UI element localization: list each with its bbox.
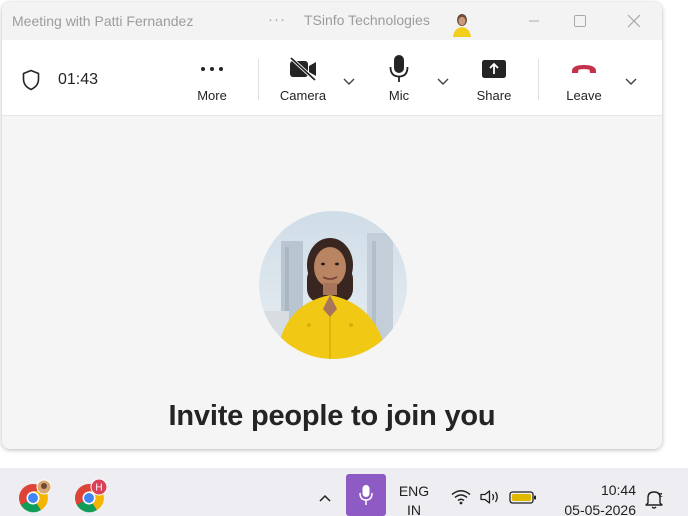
more-label: More bbox=[197, 88, 227, 103]
share-screen-icon bbox=[481, 52, 507, 86]
camera-off-icon bbox=[288, 52, 318, 86]
notifications-bell-icon[interactable]: z bbox=[643, 488, 665, 515]
account-avatar[interactable] bbox=[451, 11, 473, 37]
participant-avatar bbox=[259, 211, 407, 359]
meeting-timer: 01:43 bbox=[58, 71, 99, 88]
toolbar-divider bbox=[258, 59, 259, 100]
battery-icon[interactable] bbox=[509, 489, 537, 510]
profile-badge-letter: H bbox=[95, 483, 102, 494]
maximize-button[interactable] bbox=[557, 2, 603, 40]
window-title: Meeting with Patti Fernandez bbox=[12, 13, 194, 29]
chrome-taskbar-button[interactable] bbox=[17, 479, 52, 513]
chrome-icon bbox=[19, 479, 52, 513]
camera-button[interactable]: Camera bbox=[278, 52, 328, 110]
desktop-background bbox=[0, 448, 688, 468]
meeting-stage: Invite people to join you bbox=[2, 117, 662, 449]
microphone-icon bbox=[359, 485, 373, 505]
maximize-icon bbox=[574, 15, 586, 27]
system-clock[interactable]: 10:44 05-05-2026 bbox=[552, 480, 636, 516]
title-bar[interactable]: Meeting with Patti Fernandez ··· TSinfo … bbox=[2, 2, 662, 40]
show-hidden-icons-chevron-icon[interactable] bbox=[318, 490, 332, 508]
mic-label: Mic bbox=[388, 88, 410, 103]
microphone-in-use-tray-button[interactable] bbox=[346, 474, 386, 516]
meeting-window: Meeting with Patti Fernandez ··· TSinfo … bbox=[2, 2, 662, 449]
leave-options-chevron-icon[interactable] bbox=[624, 74, 638, 92]
close-icon bbox=[627, 14, 641, 28]
share-button[interactable]: Share bbox=[474, 52, 514, 110]
more-button[interactable]: More bbox=[192, 52, 232, 110]
taskbar: H ENG IN 10:44 05-05-2026 z bbox=[0, 468, 688, 516]
microphone-icon bbox=[388, 52, 410, 86]
organization-name[interactable]: TSinfo Technologies bbox=[304, 12, 430, 28]
camera-options-chevron-icon[interactable] bbox=[342, 74, 356, 92]
share-label: Share bbox=[476, 88, 512, 103]
clock-time: 10:44 bbox=[600, 482, 636, 498]
shield-icon[interactable] bbox=[21, 69, 41, 96]
title-more-options[interactable]: ··· bbox=[268, 11, 286, 28]
region-code: IN bbox=[407, 502, 421, 516]
wifi-icon[interactable] bbox=[451, 489, 471, 510]
mic-options-chevron-icon[interactable] bbox=[436, 74, 450, 92]
input-language-indicator[interactable]: ENG IN bbox=[396, 482, 432, 516]
svg-text:z: z bbox=[659, 492, 663, 499]
language-code: ENG bbox=[398, 483, 430, 499]
hang-up-icon bbox=[570, 52, 598, 86]
meeting-toolbar: 01:43 More Camera Mic Share Leave bbox=[2, 40, 662, 116]
mic-button[interactable]: Mic bbox=[382, 52, 416, 110]
minimize-icon bbox=[529, 20, 539, 22]
leave-button[interactable]: Leave bbox=[564, 52, 604, 110]
chrome-profile-taskbar-button[interactable]: H bbox=[73, 478, 108, 513]
invite-heading: Invite people to join you bbox=[168, 400, 496, 432]
leave-label: Leave bbox=[566, 88, 602, 103]
minimize-button[interactable] bbox=[511, 2, 557, 40]
close-button[interactable] bbox=[611, 2, 657, 40]
more-icon bbox=[200, 52, 224, 86]
volume-icon[interactable] bbox=[479, 489, 501, 510]
chrome-icon: H bbox=[75, 478, 108, 513]
clock-date: 05-05-2026 bbox=[564, 502, 636, 516]
camera-label: Camera bbox=[279, 88, 327, 103]
toolbar-divider bbox=[538, 59, 539, 100]
